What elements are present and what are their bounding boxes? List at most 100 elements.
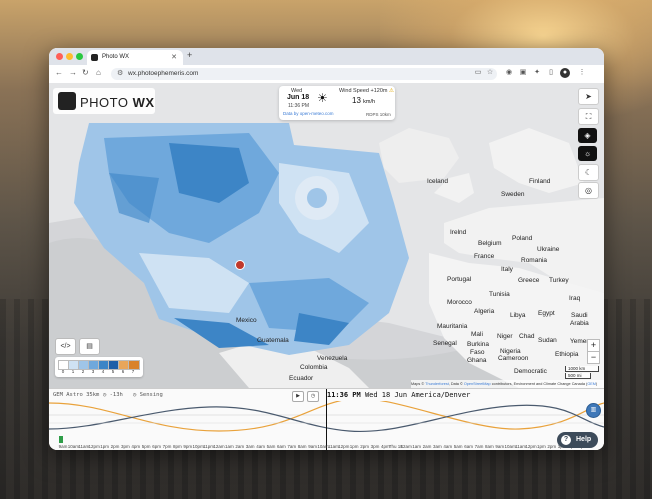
hour-axis: 9am 10am 11am 12pm 1pm 2pm 3pm 4pm 5pm 6pm 7pm 8pm 9… <box>49 444 604 450</box>
close-window-button[interactable] <box>56 53 63 60</box>
legend-label: 4 <box>101 369 105 374</box>
place-label: Belgium <box>478 240 502 247</box>
help-icon: ? <box>561 435 571 445</box>
hour-label: 4am <box>443 444 453 449</box>
home-icon[interactable]: ⌂ <box>96 68 101 77</box>
close-tab-icon[interactable]: ✕ <box>171 53 177 61</box>
hour-label: 1pm <box>537 444 546 449</box>
sidebar-icon[interactable]: ▯ <box>546 68 556 78</box>
place-label: Niger <box>497 333 513 340</box>
cast-icon[interactable]: ▭ <box>473 68 483 78</box>
panel-toggle-icon[interactable]: ▥ <box>586 403 601 418</box>
help-button[interactable]: ? Help <box>557 432 598 448</box>
new-tab-button[interactable]: + <box>187 50 192 60</box>
clock-icon: ◷ <box>133 392 137 398</box>
layers-icon[interactable]: ◈ <box>578 128 597 143</box>
hour-label: 2pm <box>360 444 369 449</box>
place-label: Algeria <box>474 308 495 315</box>
hour-label: 7am <box>474 444 484 449</box>
fullscreen-icon[interactable]: ⛶ <box>578 108 599 125</box>
data-credit-link[interactable]: Data by open-meteo.com <box>283 111 334 116</box>
browser-window: Photo WX ✕ + ← → ↻ ⌂ ⚙ wx.photoephemeris… <box>49 48 604 450</box>
hour-label: 9am <box>308 444 317 449</box>
hour-label: 7pm <box>162 444 172 449</box>
maximize-window-button[interactable] <box>76 53 83 60</box>
place-label: Morocco <box>447 299 472 306</box>
place-label: Italy <box>501 266 513 273</box>
place-label: Turkey <box>549 277 569 284</box>
mode-toggle[interactable]: ◷ Sensing <box>133 392 163 398</box>
hour-label: 3am <box>245 444 255 449</box>
place-label: Mauritania <box>437 323 468 330</box>
menu-icon[interactable]: ⋮ <box>577 68 587 78</box>
hour-label: 6pm <box>152 444 161 449</box>
extension-icon[interactable]: ◉ <box>504 68 514 78</box>
place-label: Arabia <box>570 320 589 327</box>
place-label: Ecuador <box>289 375 314 382</box>
current-time-line[interactable] <box>326 389 327 450</box>
locate-arrow-icon[interactable]: ➤ <box>578 88 599 105</box>
tab-bar: Photo WX ✕ + <box>49 48 604 65</box>
hour-label: 5am <box>453 444 463 449</box>
scale-mi: 500 mi <box>565 373 591 379</box>
timeline-start-marker[interactable] <box>59 436 63 443</box>
hour-label: 8am <box>485 444 494 449</box>
browser-tab[interactable]: Photo WX ✕ <box>87 50 183 65</box>
reload-icon[interactable]: ↻ <box>82 68 89 77</box>
hour-label: 7am <box>287 444 297 449</box>
sun-icon[interactable]: ☼ <box>578 146 597 161</box>
favicon-icon <box>91 54 98 61</box>
hour-label: 4pm <box>131 444 141 449</box>
moon-icon[interactable]: ☾ <box>578 164 599 181</box>
place-label: Saudi <box>571 312 588 319</box>
thunderforest-link[interactable]: Thunderforest <box>425 382 449 386</box>
embed-code-icon[interactable]: </> <box>55 338 76 355</box>
place-label: Burkina <box>467 341 490 348</box>
place-label: Portugal <box>447 276 472 283</box>
location-pin-icon[interactable] <box>235 260 245 270</box>
legend-label: 5 <box>111 369 115 374</box>
map-scale: 1000 km 500 mi <box>565 366 599 380</box>
place-label: Libya <box>510 312 526 319</box>
legend-label: 3 <box>91 369 95 374</box>
url-text: wx.photoephemeris.com <box>128 70 199 77</box>
hour-label: 3pm <box>121 444 130 449</box>
target-icon[interactable]: ◎ <box>578 182 599 199</box>
puzzle-icon[interactable]: ✦ <box>532 68 542 78</box>
legend-label: 6 <box>121 369 125 374</box>
address-bar: ← → ↻ ⌂ ⚙ wx.photoephemeris.com ▭ ☆ ◉ ▣ … <box>49 65 604 84</box>
minimize-window-button[interactable] <box>66 53 73 60</box>
openstreetmap-link[interactable]: OpenStreetMap <box>464 382 491 386</box>
place-label: Poland <box>512 235 533 242</box>
hour-label: 6am <box>464 444 473 449</box>
bookmark-star-icon[interactable]: ☆ <box>485 68 495 78</box>
url-field[interactable]: ⚙ wx.photoephemeris.com <box>111 68 497 80</box>
hour-label: 8am <box>297 444 307 449</box>
map-attribution: Maps © Thunderforest, Data © OpenStreetM… <box>411 380 604 388</box>
model-selector[interactable]: GEM Astro 35km <box>53 392 99 398</box>
hour-label: 2pm <box>110 444 120 449</box>
forward-icon[interactable]: → <box>69 68 77 77</box>
wind-speed-label: Wind Speed +120m ⚠ <box>339 88 394 94</box>
place-label: Mali <box>471 331 483 338</box>
zoom-out-button[interactable]: − <box>587 351 600 364</box>
place-label: Ghana <box>467 357 487 364</box>
place-label: Egypt <box>538 310 555 317</box>
hour-label: 1am <box>225 444 234 449</box>
profile-avatar[interactable]: ● <box>560 68 570 78</box>
weather-map[interactable]: Iceland Finland Sweden Irelnd Belgium Po… <box>49 83 604 388</box>
back-icon[interactable]: ← <box>55 68 63 77</box>
document-icon[interactable]: ▤ <box>79 338 100 355</box>
hour-label: 2am <box>235 444 245 449</box>
hour-label: 9pm <box>183 444 193 449</box>
site-info-icon[interactable]: ⚙ <box>117 69 123 77</box>
hour-label: 3am <box>433 444 442 449</box>
extension-icon[interactable]: ▣ <box>518 68 528 78</box>
current-time-label: 11:36 PM Wed 18 Jun America/Denver <box>327 391 471 399</box>
timeline-panel[interactable]: GEM Astro 35km ◷ -13h ◷ Sensing ▶ ◷ 11:3… <box>49 388 604 450</box>
hour-label: 4am <box>256 444 265 449</box>
sun-icon: ☀ <box>317 91 328 105</box>
forecast-info-card[interactable]: Wed Jun 18 11:36 PM ☀ Wind Speed +120m ⚠… <box>279 86 395 120</box>
time-offset[interactable]: ◷ -13h <box>103 392 123 398</box>
gem-link[interactable]: GEM <box>587 382 596 386</box>
